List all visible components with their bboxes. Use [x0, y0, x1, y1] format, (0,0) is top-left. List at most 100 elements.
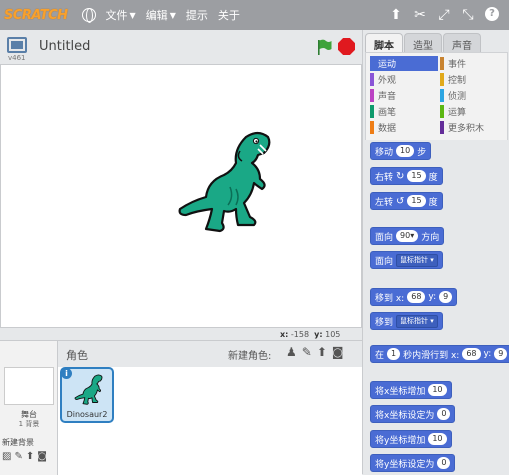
- stop-sign-icon[interactable]: [338, 38, 355, 55]
- new-sprite-tools: ♟ ✎ ⬆ ◙: [286, 345, 344, 359]
- category-color-swatch: [440, 121, 444, 134]
- block-change-y-by[interactable]: 将y坐标增加 10: [370, 430, 452, 448]
- block-input[interactable]: 0: [437, 408, 451, 420]
- new-sprite-label: 新建角色:: [228, 351, 272, 362]
- block-label: 方向: [421, 232, 440, 243]
- block-set-x-to[interactable]: 将x坐标设定为 0: [370, 405, 456, 423]
- category-data[interactable]: 数据: [370, 120, 438, 135]
- block-input[interactable]: 9: [494, 348, 508, 360]
- backdrop-paint-icon[interactable]: ✎: [14, 451, 22, 462]
- menu-file[interactable]: 文件 ▼: [106, 7, 136, 23]
- block-input[interactable]: 68: [407, 291, 426, 303]
- block-glide-to-xy[interactable]: 在 1 秒内滑行到 x: 68 y: 9: [370, 345, 509, 363]
- category-events[interactable]: 事件: [440, 56, 508, 71]
- block-label: 面向: [375, 256, 394, 267]
- presentation-mode-icon[interactable]: [7, 37, 27, 53]
- category-color-swatch: [440, 73, 444, 86]
- block-turn-right[interactable]: 右转 ↻ 15 度: [370, 167, 443, 185]
- block-input[interactable]: 90▾: [396, 230, 419, 242]
- block-dropdown[interactable]: 鼠标指针 ▾: [396, 314, 438, 328]
- block-input[interactable]: 10: [428, 384, 447, 396]
- dinosaur-sprite[interactable]: [176, 125, 276, 235]
- backdrop-library-icon[interactable]: ▨: [2, 451, 11, 462]
- block-go-to-xy[interactable]: 移到 x: 68 y: 9: [370, 288, 458, 306]
- category-operators[interactable]: 运算: [440, 104, 508, 119]
- block-label: 将x坐标设定为: [375, 410, 435, 421]
- category-color-swatch: [370, 105, 374, 118]
- block-label: 将x坐标增加: [375, 386, 426, 397]
- backdrop-camera-icon[interactable]: ◙: [37, 451, 47, 462]
- sprites-title: 角色: [66, 349, 88, 362]
- category-looks[interactable]: 外观: [370, 72, 438, 87]
- tab-sounds[interactable]: 声音: [443, 33, 481, 52]
- sprite-paint-icon[interactable]: ✎: [302, 345, 312, 359]
- mouse-coordinates: x: -158 y: 105: [280, 330, 341, 339]
- block-input[interactable]: 9: [439, 291, 453, 303]
- caret-down-icon: ▼: [129, 10, 136, 20]
- blocks-panel: 脚本 造型 声音 运动 事件 外观 控制 声音 侦测 画笔 运算 数据 更多积木 移动 10 步右转 ↻…: [362, 30, 509, 474]
- shrink-icon[interactable]: ⤡: [461, 7, 475, 23]
- block-palette: 移动 10 步右转 ↻ 15 度左转 ↺ 15 度面向 90▾ 方向 面向 鼠标指针 ▾ 移到 x: 68 y…: [365, 140, 509, 474]
- backdrop-tools: ▨ ✎ ⬆ ◙: [2, 451, 47, 462]
- block-change-x-by[interactable]: 将x坐标增加 10: [370, 381, 452, 399]
- scratch-logo[interactable]: SCRATCH: [4, 8, 68, 23]
- language-globe-icon[interactable]: [81, 8, 96, 23]
- stage-thumbnail[interactable]: [4, 367, 54, 405]
- sprite-list: i Dinosaur2: [58, 367, 362, 475]
- menu-tips[interactable]: 提示: [186, 7, 208, 23]
- category-more-blocks[interactable]: 更多积木: [440, 120, 508, 135]
- stage-canvas[interactable]: [0, 64, 362, 328]
- block-set-y-to[interactable]: 将y坐标设定为 0: [370, 454, 456, 472]
- block-go-to[interactable]: 移到 鼠标指针 ▾: [370, 312, 443, 330]
- block-dropdown[interactable]: 鼠标指针 ▾: [396, 253, 438, 267]
- block-label: 右转: [375, 172, 394, 183]
- project-title-field[interactable]: Untitled: [36, 37, 236, 57]
- delete-cut-icon[interactable]: ✂: [413, 7, 427, 23]
- tab-scripts[interactable]: 脚本: [365, 33, 403, 52]
- block-input[interactable]: 10: [428, 433, 447, 445]
- block-input[interactable]: 0: [437, 457, 451, 469]
- sprite-pane: 舞台 1 背景 新建背景 ▨ ✎ ⬆ ◙ 角色 新建角色: ♟ ✎ ⬆ ◙ i …: [0, 340, 362, 475]
- category-color-swatch: [370, 57, 374, 70]
- category-pen[interactable]: 画笔: [370, 104, 438, 119]
- sprite-name: Dinosaur2: [66, 410, 108, 419]
- category-sound[interactable]: 声音: [370, 88, 438, 103]
- block-input[interactable]: 1: [387, 348, 401, 360]
- block-label: 移动: [375, 147, 394, 158]
- menu-edit[interactable]: 编辑 ▼: [146, 7, 176, 23]
- tab-costumes[interactable]: 造型: [404, 33, 442, 52]
- rotate-right-icon: ↻: [396, 170, 405, 182]
- info-icon[interactable]: i: [61, 368, 72, 379]
- category-sensing[interactable]: 侦测: [440, 88, 508, 103]
- block-label: 左转: [375, 197, 394, 208]
- backdrop-upload-icon[interactable]: ⬆: [26, 451, 34, 462]
- menu-about[interactable]: 关于: [218, 7, 240, 23]
- block-point-in-direction[interactable]: 面向 90▾ 方向: [370, 227, 445, 245]
- block-input[interactable]: 68: [462, 348, 481, 360]
- duplicate-stamp-icon[interactable]: ⬆: [389, 7, 403, 23]
- block-input[interactable]: 10: [396, 145, 415, 157]
- block-move-steps[interactable]: 移动 10 步: [370, 142, 432, 160]
- category-motion[interactable]: 运动: [370, 56, 438, 71]
- green-flag-icon[interactable]: [315, 38, 333, 56]
- category-label: 运算: [448, 108, 467, 118]
- stage-header: v461 Untitled: [0, 30, 362, 64]
- category-color-swatch: [440, 89, 444, 102]
- block-turn-left[interactable]: 左转 ↺ 15 度: [370, 192, 443, 210]
- block-point-towards[interactable]: 面向 鼠标指针 ▾: [370, 251, 443, 269]
- sprites-header: 角色 新建角色: ♟ ✎ ⬆ ◙: [58, 341, 362, 367]
- grow-icon[interactable]: ⤢: [437, 7, 451, 23]
- block-label: 移到 x:: [375, 293, 405, 304]
- help-icon[interactable]: ?: [485, 7, 499, 21]
- block-input[interactable]: 15: [407, 195, 426, 207]
- sprite-thumbnail-dinosaur2[interactable]: i Dinosaur2: [60, 367, 114, 423]
- caret-down-icon: ▼: [169, 10, 176, 20]
- toolbar-icons: ⬆ ✂ ⤢ ⤡ ?: [389, 7, 499, 23]
- category-control[interactable]: 控制: [440, 72, 508, 87]
- sprite-library-icon[interactable]: ♟: [286, 345, 297, 359]
- category-label: 外观: [378, 76, 397, 86]
- sprite-upload-icon[interactable]: ⬆: [317, 345, 327, 359]
- category-color-swatch: [370, 89, 374, 102]
- sprite-camera-icon[interactable]: ◙: [332, 345, 344, 359]
- block-input[interactable]: 15: [407, 170, 426, 182]
